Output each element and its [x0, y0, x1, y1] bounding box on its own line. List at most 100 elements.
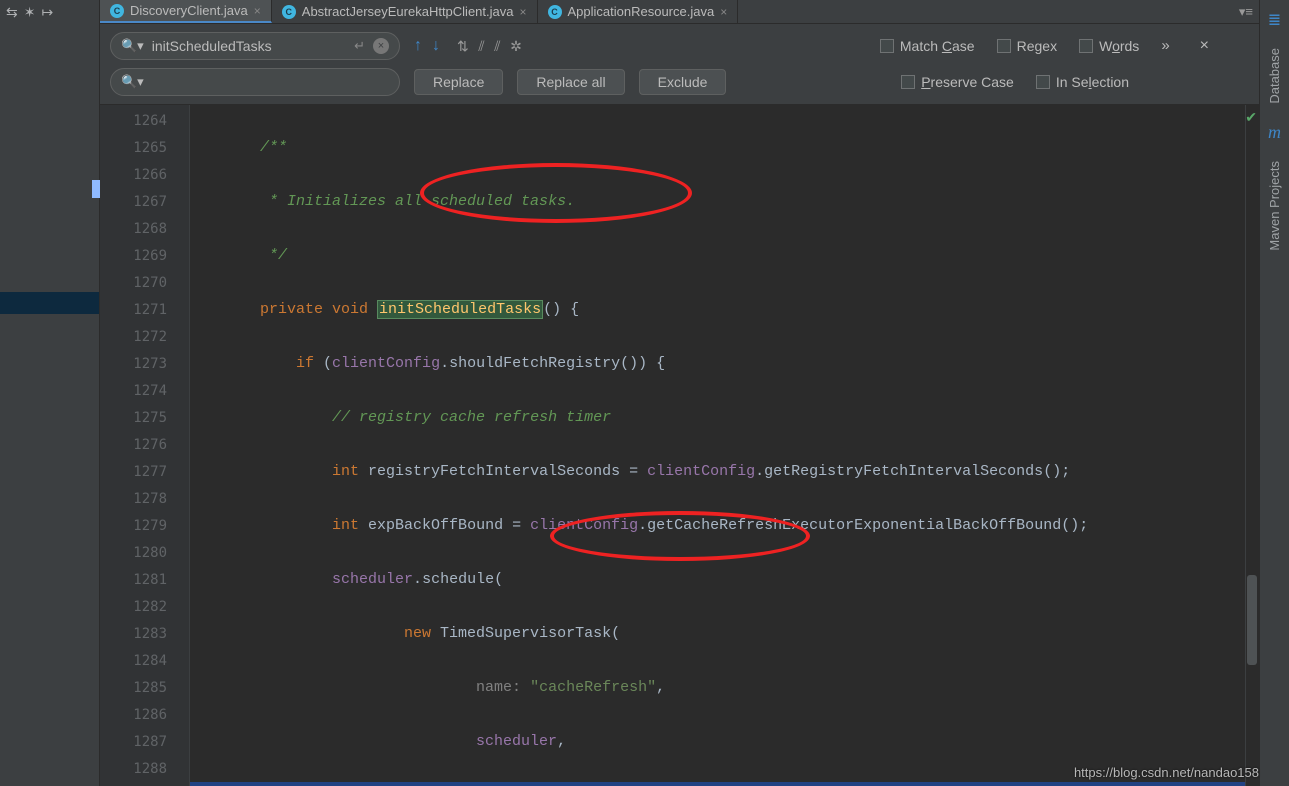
in-selection-checkbox[interactable]: In Selection	[1036, 74, 1129, 90]
code-text: shouldFetchRegistry	[449, 355, 620, 372]
code-text: scheduler	[476, 733, 557, 750]
replace-all-button[interactable]: Replace all	[517, 69, 624, 95]
code-text: if	[296, 355, 323, 372]
close-find-icon[interactable]: ×	[1200, 37, 1209, 55]
replace-input[interactable]	[152, 74, 389, 90]
search-match: initScheduledTasks	[377, 300, 543, 319]
code-text: ();	[1043, 463, 1070, 480]
right-tool-rail: ≣ Database m Maven Projects	[1259, 0, 1289, 786]
code-text: TimedSupervisorTask(	[440, 625, 620, 642]
line-number: 1268	[100, 215, 189, 242]
regex-checkbox[interactable]: Regex	[997, 37, 1058, 55]
line-number: 1270	[100, 269, 189, 296]
code-text: "cacheRefresh"	[521, 679, 656, 696]
code-text: .	[638, 517, 647, 534]
gutter-marker	[92, 180, 100, 198]
close-icon[interactable]: ×	[254, 4, 261, 18]
code-text: expBackOffBound =	[368, 517, 530, 534]
words-checkbox[interactable]: Words	[1079, 37, 1139, 55]
clear-search-icon[interactable]: ×	[373, 38, 389, 54]
maven-tool-button[interactable]: Maven Projects	[1267, 161, 1282, 251]
project-tool-window[interactable]	[0, 0, 100, 786]
tab-discoveryclient[interactable]: C DiscoveryClient.java ×	[100, 0, 272, 23]
toolbar-icon-2[interactable]: ✶	[24, 4, 36, 21]
code-text: (	[323, 355, 332, 372]
code-text: // registry cache refresh timer	[332, 409, 611, 426]
replace-button[interactable]: Replace	[414, 69, 503, 95]
close-icon[interactable]: ×	[720, 5, 727, 19]
line-number: 1284	[100, 647, 189, 674]
code-text: void	[323, 301, 377, 318]
line-gutter: 1264 1265 1266 1267 1268 1269 1270 1271 …	[100, 105, 190, 786]
tab-label: AbstractJerseyEurekaHttpClient.java	[302, 4, 514, 19]
line-number: 1282	[100, 593, 189, 620]
code-text: * Initializes all scheduled tasks.	[260, 193, 575, 210]
line-number: 1269	[100, 242, 189, 269]
tab-abstracthttpclient[interactable]: C AbstractJerseyEurekaHttpClient.java ×	[272, 0, 538, 23]
line-number: 1286	[100, 701, 189, 728]
editor[interactable]: 1264 1265 1266 1267 1268 1269 1270 1271 …	[100, 105, 1259, 786]
maven-icon[interactable]: m	[1268, 122, 1281, 143]
code-text: int	[332, 517, 368, 534]
line-number: 1277	[100, 458, 189, 485]
code-text: int	[332, 463, 368, 480]
close-icon[interactable]: ×	[519, 5, 526, 19]
find-prev-button[interactable]: ↑	[414, 37, 422, 55]
code-text: schedule	[422, 571, 494, 588]
find-next-button[interactable]: ↓	[432, 37, 440, 55]
line-number: 1276	[100, 431, 189, 458]
line-number: 1283	[100, 620, 189, 647]
line-number: 1264	[100, 107, 189, 134]
code-text: */	[260, 247, 287, 264]
find-settings-icon[interactable]: ✲	[507, 38, 525, 54]
code-text: new	[404, 625, 440, 642]
tab-label: ApplicationResource.java	[568, 4, 715, 19]
line-number: 1265	[100, 134, 189, 161]
database-icon[interactable]: ≣	[1268, 10, 1281, 30]
find-input-box[interactable]: 🔍▾ ↵ ×	[110, 32, 400, 60]
line-number: 1285	[100, 674, 189, 701]
more-options-icon[interactable]: »	[1161, 37, 1169, 55]
error-stripe[interactable]: ✔	[1245, 105, 1259, 786]
java-class-icon: C	[282, 5, 296, 19]
enter-icon: ↵	[354, 38, 365, 54]
code-text: getRegistryFetchIntervalSeconds	[764, 463, 1043, 480]
code-text: clientConfig	[332, 355, 440, 372]
remove-selection-icon[interactable]: ⫽	[491, 38, 503, 54]
line-number: 1274	[100, 377, 189, 404]
code-text: .	[440, 355, 449, 372]
scrollbar-thumb[interactable]	[1247, 575, 1257, 665]
java-class-icon: C	[548, 5, 562, 19]
exclude-button[interactable]: Exclude	[639, 69, 727, 95]
select-all-occurrences-icon[interactable]: ⇅	[454, 38, 472, 54]
line-number: 1275	[100, 404, 189, 431]
tab-applicationresource[interactable]: C ApplicationResource.java ×	[538, 0, 739, 23]
toolbar-icon-1[interactable]: ⇆	[6, 4, 18, 21]
code-text: (	[494, 571, 503, 588]
search-icon: 🔍▾	[121, 38, 144, 54]
editor-tabs: C DiscoveryClient.java × C AbstractJerse…	[100, 0, 1259, 24]
database-tool-button[interactable]: Database	[1267, 48, 1282, 104]
code-text: .	[413, 571, 422, 588]
code-text: getCacheRefreshExecutorExponentialBackOf…	[647, 517, 1061, 534]
project-selected-row	[0, 292, 99, 314]
match-case-checkbox[interactable]: Match Case	[880, 37, 975, 55]
code-text: private	[260, 301, 323, 318]
tab-label: DiscoveryClient.java	[130, 3, 248, 18]
line-number: 1278	[100, 485, 189, 512]
preserve-case-checkbox[interactable]: Preserve Case	[901, 74, 1014, 90]
line-number: 1273	[100, 350, 189, 377]
current-line: cacheRefreshExecutor,	[190, 782, 1245, 786]
code-text: /**	[260, 139, 287, 156]
toolbar-icon-3[interactable]: ↦	[41, 4, 53, 21]
line-number: 1280	[100, 539, 189, 566]
code-area[interactable]: /** * Initializes all scheduled tasks. *…	[190, 105, 1245, 786]
find-input[interactable]	[152, 38, 346, 54]
code-text: scheduler	[332, 571, 413, 588]
code-text: clientConfig	[647, 463, 755, 480]
tabs-menu-icon[interactable]: ▾≡	[1239, 4, 1253, 20]
add-selection-icon[interactable]: ⫽	[475, 38, 487, 54]
line-number: 1267	[100, 188, 189, 215]
replace-input-box[interactable]: 🔍▾	[110, 68, 400, 96]
code-text: ();	[1061, 517, 1088, 534]
